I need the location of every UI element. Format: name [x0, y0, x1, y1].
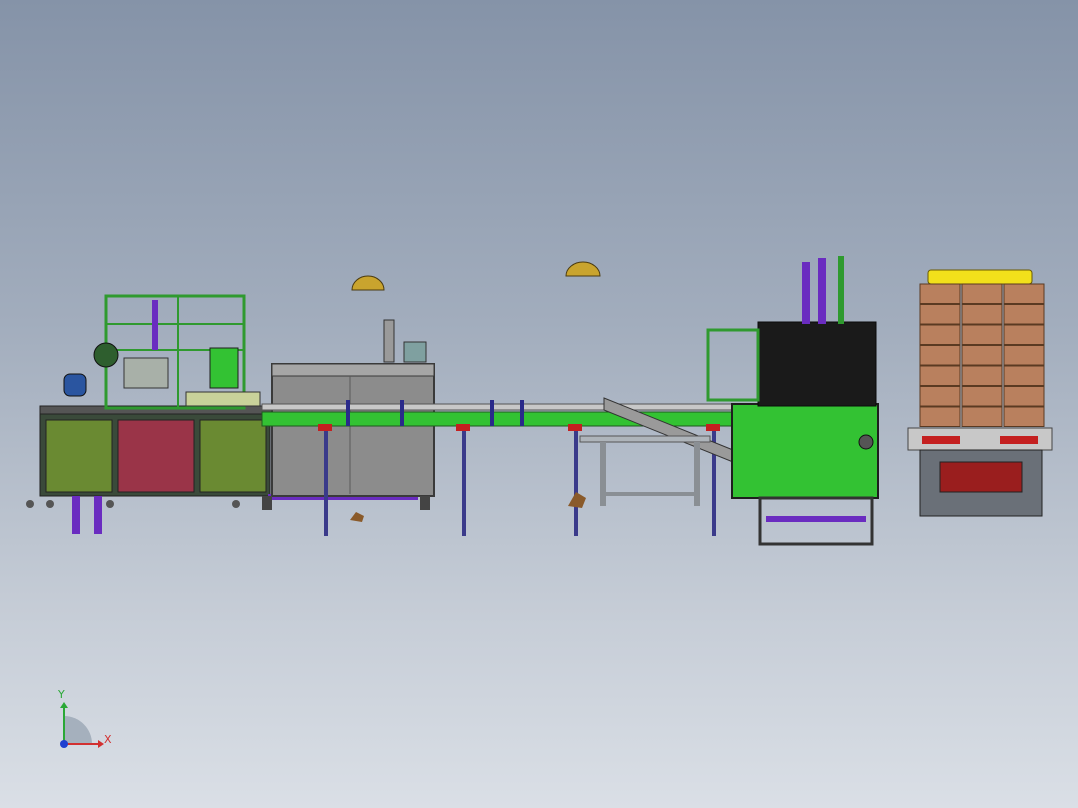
carton	[919, 283, 961, 304]
conveyor-belt	[261, 411, 753, 427]
carton	[961, 365, 1003, 386]
support-stand-rail	[600, 492, 700, 496]
filling-machine-panel-left	[45, 419, 113, 493]
pallet-red-lift	[939, 461, 1023, 493]
bracket-part	[350, 512, 364, 522]
vertical-lifter-green	[838, 256, 844, 324]
pallet-red-accent	[922, 436, 960, 444]
carton	[919, 324, 961, 345]
carton	[961, 304, 1003, 325]
support-stand-leg	[600, 442, 606, 506]
vertical-lifter	[818, 258, 826, 324]
support-stand-top	[579, 435, 711, 443]
caster	[26, 500, 34, 508]
red-guide-block	[706, 424, 720, 431]
case-packer	[706, 256, 879, 546]
caster	[106, 500, 114, 508]
tunnel-fan	[403, 341, 427, 363]
leveling-foot	[94, 496, 102, 534]
dome-part	[351, 275, 385, 291]
tunnel-housing	[271, 363, 435, 497]
carton-stack	[919, 283, 1045, 427]
carton	[1003, 386, 1045, 407]
pallet-red-accent	[1000, 436, 1038, 444]
leveling-foot	[72, 496, 80, 534]
conveyor-top-rail	[261, 403, 753, 411]
carton	[961, 345, 1003, 366]
conveyor-post	[324, 426, 328, 536]
carton	[1003, 324, 1045, 345]
red-guide-block	[318, 424, 332, 431]
palletizer	[907, 269, 1053, 517]
y-axis-label: Y	[58, 688, 65, 701]
support-stand-leg	[694, 442, 700, 506]
pallet-top-board	[927, 269, 1033, 285]
red-guide-block	[456, 424, 470, 431]
tunnel-foot	[262, 496, 272, 510]
coordinate-triad	[60, 702, 104, 748]
carton	[919, 304, 961, 325]
filling-machine-panel-right	[199, 419, 267, 493]
tunnel-foot	[420, 496, 430, 510]
filling-machine-panel-middle	[117, 419, 195, 493]
case-packer-black-cabinet	[757, 321, 877, 407]
tunnel-hood	[383, 319, 395, 363]
caster	[232, 500, 240, 508]
y-axis-arrowhead	[60, 702, 68, 708]
navy-bracket	[400, 400, 404, 426]
case-packer-body	[731, 403, 879, 499]
carton	[919, 406, 961, 427]
navy-bracket	[346, 400, 350, 426]
handwheel	[858, 434, 874, 450]
blue-motor	[63, 373, 87, 397]
conveyor-post	[462, 426, 466, 536]
carton	[961, 283, 1003, 304]
carton	[1003, 304, 1045, 325]
tunnel-housing-top	[271, 363, 435, 377]
rotary-table	[185, 391, 261, 407]
carton	[1003, 283, 1045, 304]
bracket-part	[568, 492, 586, 508]
triad-quadrant	[64, 716, 92, 744]
carton	[961, 324, 1003, 345]
carton	[919, 386, 961, 407]
carton	[1003, 365, 1045, 386]
x-axis-label: X	[104, 733, 112, 746]
carton	[961, 386, 1003, 407]
z-axis-dot	[60, 740, 68, 748]
carton	[919, 345, 961, 366]
case-packer-base-plate	[766, 516, 866, 522]
carton	[919, 365, 961, 386]
dome-part	[565, 261, 601, 277]
carton	[1003, 406, 1045, 427]
carton	[961, 406, 1003, 427]
purple-actuator	[152, 300, 158, 350]
conveyor-post	[574, 426, 578, 536]
cad-viewport[interactable]: X Y	[0, 0, 1078, 808]
packaging-line-assembly	[26, 256, 1053, 748]
navy-bracket	[520, 400, 524, 426]
red-guide-block	[568, 424, 582, 431]
vertical-lifter	[802, 262, 810, 324]
reel-wheel	[93, 342, 119, 368]
caster	[46, 500, 54, 508]
filler-tank	[209, 347, 239, 389]
carton	[1003, 345, 1045, 366]
case-packer-side-frame	[706, 328, 760, 402]
machine-detail-block	[123, 357, 169, 389]
navy-bracket	[490, 400, 494, 426]
